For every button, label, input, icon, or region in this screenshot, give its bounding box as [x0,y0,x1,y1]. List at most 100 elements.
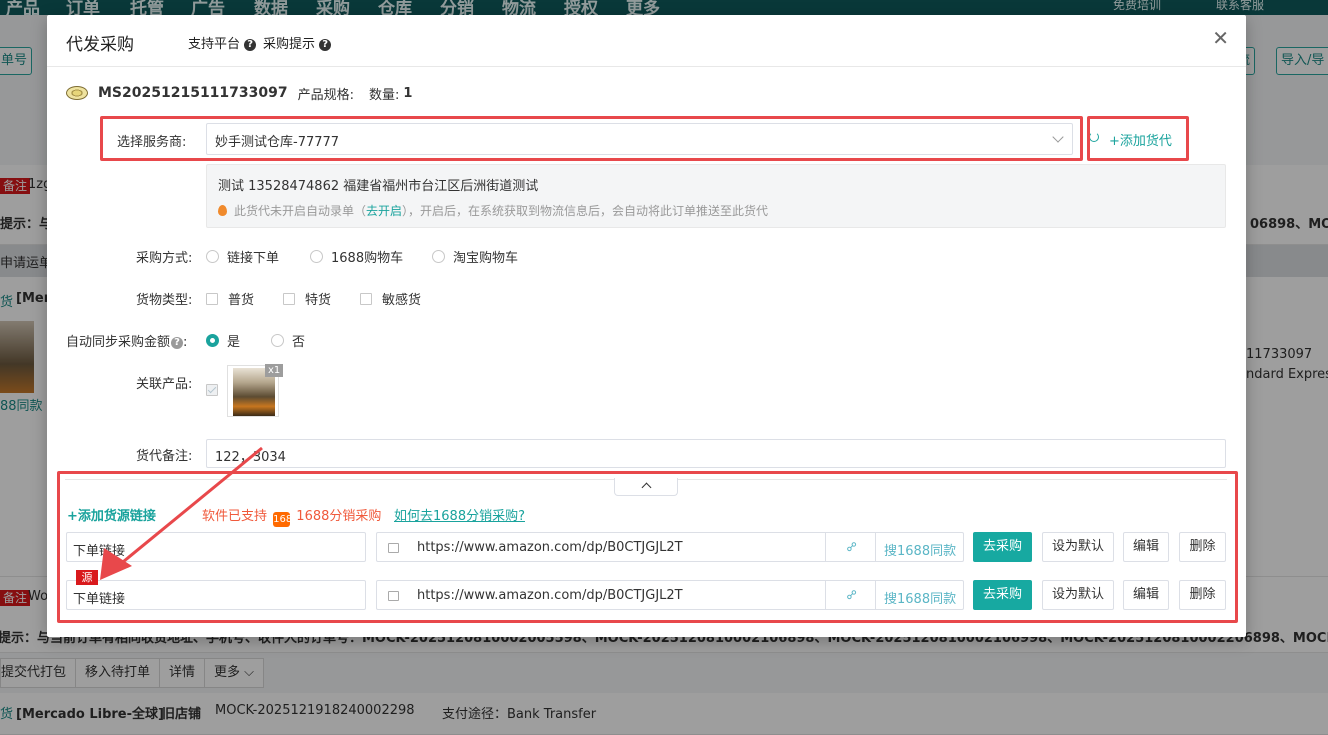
source-name-input[interactable]: 下单链接 [66,532,366,562]
source-url-value: https://www.amazon.com/dp/B0CTJGJL2T [417,540,683,555]
source-row: 下单链接 源 https://www.amazon.com/dp/B0CTJGJ… [66,570,1226,610]
set-default-button[interactable]: 设为默认 [1042,532,1114,562]
checkbox-sensitive[interactable]: 敏感货 [360,289,421,308]
provider-select[interactable]: 妙手测试仓库-77777 [206,123,1073,155]
divider [825,533,826,561]
auto-sync-label-text: 自动同步采购金额 [66,335,171,350]
radio-sync-yes[interactable]: 是 [206,331,240,350]
colon: : [183,335,188,350]
set-default-button[interactable]: 设为默认 [1042,580,1114,610]
radio-sync-no[interactable]: 否 [271,331,305,350]
go-purchase-button[interactable]: 去采购 [973,580,1032,610]
qty-label: 数量: [369,87,400,103]
delete-button[interactable]: 删除 [1179,532,1226,562]
radio-button[interactable] [432,250,445,263]
distribution-support: 软件已支持 1688 1688分销采购 [202,505,381,527]
radio-button[interactable] [206,250,219,263]
divider [875,581,876,609]
purchase-method-label: 采购方式: [136,251,193,266]
checkbox[interactable] [283,292,295,305]
product-coin-icon [66,86,88,100]
radio-button-selected[interactable] [206,334,219,347]
close-icon[interactable]: ✕ [1212,26,1229,50]
search-1688-button[interactable]: 搜1688同款 [884,540,956,559]
software-support-text: 软件已支持 [202,509,268,524]
radio-taobao-cart[interactable]: 淘宝购物车 [432,247,518,266]
help-icon[interactable]: ? [171,337,184,349]
radio-link-order[interactable]: 链接下单 [206,247,279,266]
goods-type-label: 货物类型: [136,293,193,308]
purchase-tip-link[interactable]: 采购提示 ? [263,33,332,52]
spec-label: 产品规格: [297,87,355,103]
link-icon[interactable]: ⚯ [843,586,861,604]
add-source-link[interactable]: +添加货源链接 [67,505,156,524]
provider-label: 选择服务商: [117,135,187,150]
image-icon [388,543,399,553]
checkbox-special[interactable]: 特货 [283,289,331,308]
order-info: MS20251215111733097 产品规格: 数量: 1 [66,83,412,103]
forwarder-address: 测试 13528474862 福建省福州市台江区后洲街道测试 [218,179,539,194]
auto-sync-label: 自动同步采购金额?: [66,331,187,350]
go-purchase-button[interactable]: 去采购 [973,532,1032,562]
enable-auto-record-link[interactable]: 去开启 [366,202,402,219]
order-number: MS20251215111733097 [98,85,288,101]
qty-badge: x1 [265,364,284,377]
modal-title: 代发采购 [66,35,134,55]
image-icon [388,591,399,601]
notice-prefix: 此货代未开启自动录单（ [234,204,367,218]
edit-button[interactable]: 编辑 [1123,532,1169,562]
search-1688-button[interactable]: 搜1688同款 [884,588,956,607]
radio-label: 是 [227,335,241,350]
checkbox-label: 敏感货 [382,293,422,308]
radio-label: 链接下单 [227,251,280,266]
chevron-up-icon [641,482,652,493]
chevron-down-icon [1052,131,1064,143]
forwarder-note-input[interactable]: 122，3034 [206,439,1226,468]
refresh-icon[interactable] [1089,132,1099,142]
radio-label: 否 [292,335,306,350]
divider [875,533,876,561]
divider [825,581,826,609]
auto-record-notice: 此货代未开启自动录单（ 去开启 ），开启后，在系统获取到物流信息后，会自动将此订… [218,202,768,219]
radio-1688-cart[interactable]: 1688购物车 [310,247,403,266]
provider-value: 妙手测试仓库-77777 [215,135,340,150]
related-product-label: 关联产品: [136,377,193,392]
qty-value: 1 [403,85,413,101]
collapse-button[interactable] [614,478,678,496]
edit-button[interactable]: 编辑 [1123,580,1169,610]
source-row: 下单链接 https://www.amazon.com/dp/B0CTJGJL2… [66,532,1226,562]
purchase-modal: 代发采购 支持平台 ? 采购提示 ? ✕ MS20251215111733097… [47,15,1246,637]
source-tag: 源 [76,570,98,585]
notice-suffix: ），开启后，在系统获取到物流信息后，会自动将此订单推送至此货代 [402,204,769,218]
add-forwarder-link[interactable]: +添加货代 [1109,130,1172,149]
related-product-checkbox [206,384,218,396]
source-url-input[interactable]: https://www.amazon.com/dp/B0CTJGJL2T ⚯ 搜… [376,532,964,562]
source-url-value: https://www.amazon.com/dp/B0CTJGJL2T [417,588,683,603]
radio-label: 1688购物车 [331,251,404,266]
howto-1688-link[interactable]: 如何去1688分销采购? [394,505,525,524]
delete-button[interactable]: 删除 [1179,580,1226,610]
support-platform-link[interactable]: 支持平台 ? [188,33,257,52]
link-icon[interactable]: ⚯ [843,538,861,556]
location-pin-icon [218,205,227,216]
source-url-input[interactable]: https://www.amazon.com/dp/B0CTJGJL2T ⚯ 搜… [376,580,964,610]
checkbox[interactable] [206,292,218,305]
forwarder-note-label: 货代备注: [136,449,193,464]
checkbox-label: 特货 [305,293,332,308]
radio-label: 淘宝购物车 [453,251,519,266]
checkbox[interactable] [360,292,372,305]
modal-header: 代发采购 支持平台 ? 采购提示 ? ✕ [47,15,1246,67]
checkbox-normal[interactable]: 普货 [206,289,254,308]
purchase-tip-label: 采购提示 [263,37,316,52]
support-platform-label: 支持平台 [188,37,241,52]
checkbox-label: 普货 [228,293,255,308]
source-name-input[interactable]: 下单链接 [66,580,366,610]
radio-button[interactable] [271,334,284,347]
radio-button[interactable] [310,250,323,263]
forwarder-info-box: 测试 13528474862 福建省福州市台江区后洲街道测试 此货代未开启自动录… [206,164,1226,228]
help-icon[interactable]: ? [319,39,332,51]
source-name-value: 下单链接 [73,544,126,559]
source-name-value: 下单链接 [73,592,126,607]
distribution-text: 1688分销采购 [296,509,382,524]
help-icon[interactable]: ? [244,39,257,51]
